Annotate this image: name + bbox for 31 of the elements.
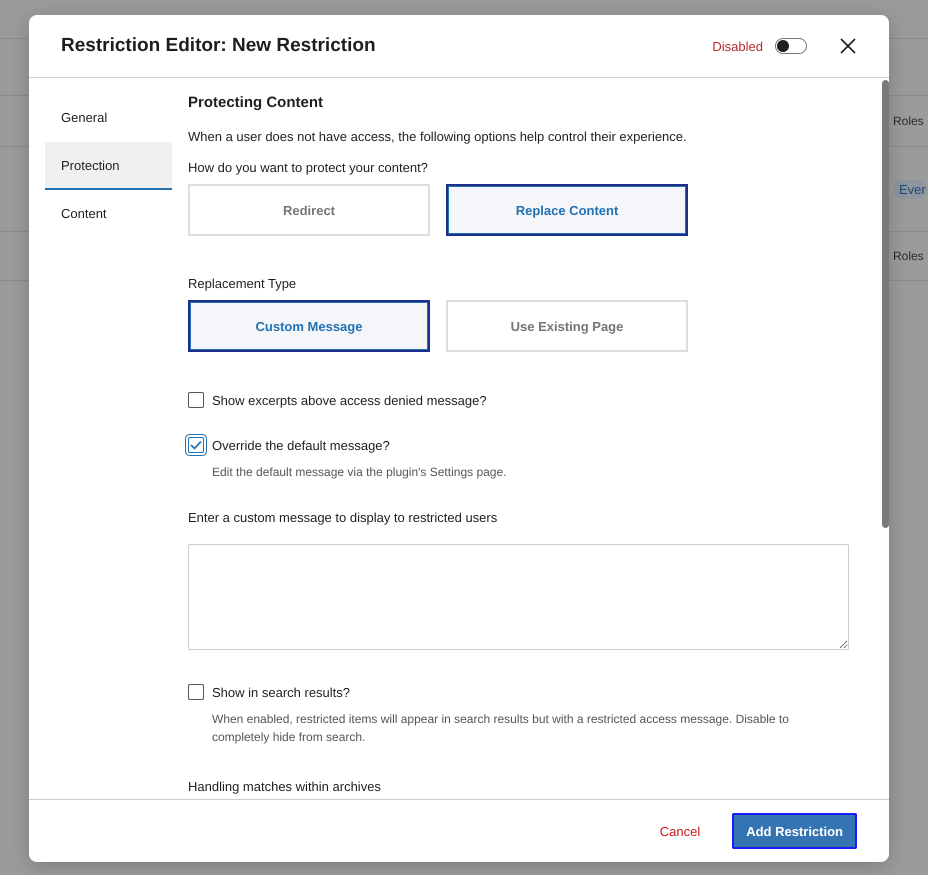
status-toggle[interactable] — [775, 38, 807, 54]
section-description: When a user does not have access, the following options help control their experience. — [188, 129, 688, 144]
field-label: Handling matches within archives — [188, 779, 382, 794]
checkbox[interactable] — [188, 684, 204, 700]
section-title: Protecting Content — [188, 94, 324, 111]
option-button[interactable]: Replace Content — [446, 184, 688, 236]
sidebar-tab[interactable]: Content — [45, 190, 172, 238]
checkbox-label: Override the default message? — [212, 438, 390, 452]
checkbox[interactable] — [188, 437, 204, 453]
help-text: Edit the default message via the plugin's Settings page. — [212, 464, 508, 481]
checkbox-label: Show in search results? — [212, 684, 350, 700]
option-button[interactable]: Redirect — [188, 184, 430, 236]
field-label: How do you want to protect your content? — [188, 160, 429, 175]
field-label: Enter a custom message to display to restricted users — [188, 510, 498, 525]
add-restriction-button[interactable]: Add Restriction — [732, 813, 857, 849]
option-button[interactable]: Custom Message — [188, 300, 430, 352]
cancel-link[interactable]: Cancel — [656, 820, 704, 842]
tag-badge: Ever — [893, 180, 926, 198]
role-text: Roles — [893, 114, 924, 128]
dialog-title: Restriction Editor: New Restriction — [61, 35, 377, 57]
help-text: When enabled, restricted items will appear in search results but with a restricted access message. Disable to completely hide from search. — [212, 711, 790, 746]
role-text: Roles — [893, 249, 924, 263]
field-label: Replacement Type — [188, 276, 298, 291]
sidebar-tab[interactable]: General — [45, 94, 172, 142]
scrollbar-thumb[interactable] — [882, 80, 889, 528]
close-icon[interactable] — [839, 37, 857, 55]
checkbox[interactable] — [188, 392, 204, 408]
status-label: Disabled — [712, 38, 763, 54]
sidebar-tab[interactable]: Protection — [45, 142, 172, 190]
checkbox-label: Show excerpts above access denied message? — [212, 392, 487, 408]
option-button[interactable]: Use Existing Page — [446, 300, 688, 352]
